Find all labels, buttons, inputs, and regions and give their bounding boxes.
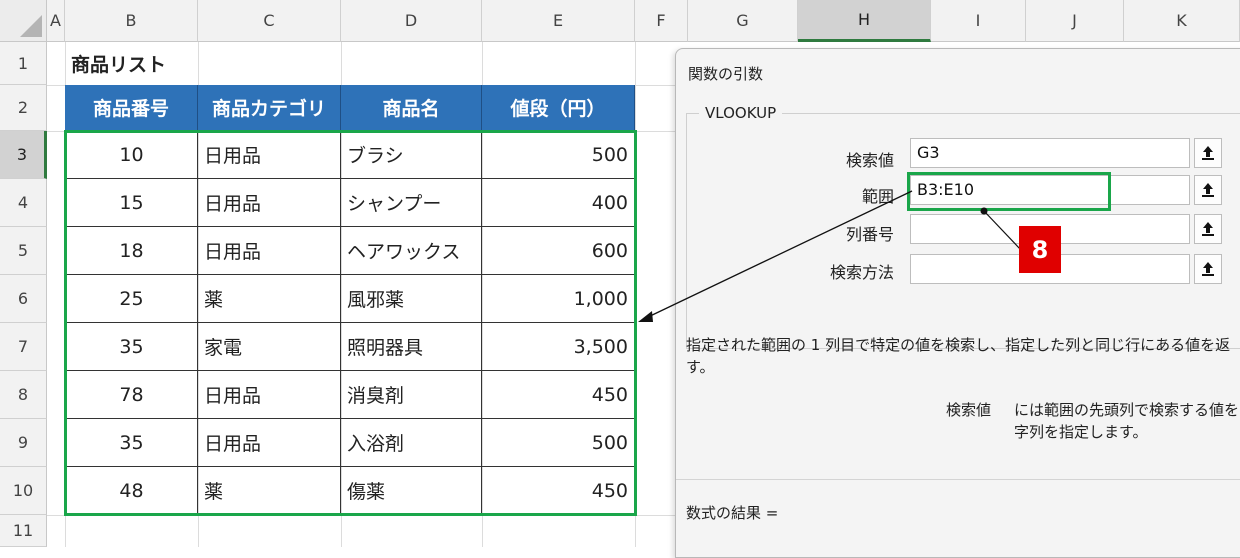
step-badge: 8 [1019, 226, 1061, 273]
leader-line [983, 210, 1022, 251]
arrow-line [645, 190, 913, 319]
annotation-arrows [638, 190, 1022, 322]
leader-dot [980, 207, 988, 215]
arrow-head [638, 311, 653, 322]
